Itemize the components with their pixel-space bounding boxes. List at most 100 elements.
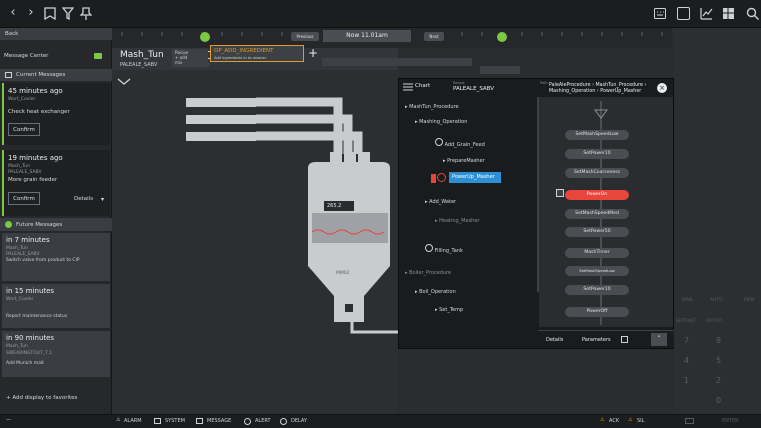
tree-label[interactable]: Add_Water: [429, 199, 456, 205]
step-pill[interactable]: SetMashSpeedLow: [565, 266, 629, 276]
system-label[interactable]: SYSTEM: [165, 418, 185, 424]
step-pill[interactable]: SetMashCoarseness: [565, 168, 629, 178]
tree-label[interactable]: Boiler_Procedure: [409, 270, 451, 276]
event-popup[interactable]: OP_ADD_INGREDIENT Add Ingredients in to …: [210, 45, 304, 62]
operation-chip[interactable]: Recipe + add mix: [172, 49, 208, 67]
keypad-key[interactable]: 5: [716, 356, 721, 365]
window-icon[interactable]: [677, 7, 690, 20]
future-time: in 15 minutes: [6, 287, 55, 295]
tree-label[interactable]: Boil_Operation: [419, 289, 456, 295]
tree-label[interactable]: MashTun_Procedure: [409, 104, 458, 110]
alert-label[interactable]: ALERT: [255, 418, 271, 424]
step-pill[interactable]: SetMashSpeedLow: [565, 130, 629, 140]
now-indicator[interactable]: Now 11.01am: [323, 30, 411, 42]
unit-recipe: PALEALE_SABV: [120, 62, 158, 68]
close-icon[interactable]: ×: [657, 83, 667, 93]
tree-arrow-icon[interactable]: ▸: [405, 270, 408, 276]
bookmark-icon[interactable]: [44, 7, 56, 20]
chart-tab[interactable]: Chart: [415, 83, 430, 89]
step-pill[interactable]: SetPower10: [565, 285, 629, 295]
timeline-marker[interactable]: [200, 32, 210, 42]
sil-button[interactable]: SIL: [637, 418, 644, 424]
future-messages-header[interactable]: Future Messages: [0, 218, 112, 231]
step-pill[interactable]: SetPower50: [565, 227, 629, 237]
path-breadcrumb: PaleAleProcedure › MashTun_Procedure › M…: [549, 83, 647, 94]
back-row[interactable]: Back: [0, 28, 112, 40]
mode-men[interactable]: MEN: [744, 298, 754, 303]
tree-arrow-icon[interactable]: ▸: [415, 289, 418, 295]
tree-arrow-icon[interactable]: ▸: [405, 104, 408, 110]
grid-icon[interactable]: [722, 7, 735, 20]
add-favorite-link[interactable]: + Add display to favorites: [6, 395, 77, 401]
tree-label[interactable]: Add_Grain_Feed: [445, 142, 485, 148]
keypad-key[interactable]: 1: [684, 376, 689, 385]
filter-icon[interactable]: [62, 7, 74, 20]
keyboard-icon[interactable]: [654, 8, 666, 19]
expand-icon[interactable]: [621, 336, 628, 343]
operation-bar[interactable]: [322, 58, 472, 66]
timeline-marker[interactable]: [497, 32, 507, 42]
mode-auto[interactable]: AUTO: [710, 298, 723, 303]
future-source: Mash_Tun: [6, 246, 28, 251]
tree-arrow-icon[interactable]: ▸: [443, 158, 446, 164]
output-label[interactable]: OUTPUT: [706, 318, 722, 323]
chevron-up-icon[interactable]: ˄: [651, 333, 667, 346]
pin-icon[interactable]: [80, 7, 92, 20]
vessel-display: 265.2: [324, 201, 354, 211]
previous-button[interactable]: Previous: [291, 32, 319, 41]
confirm-button[interactable]: Confirm: [8, 192, 40, 205]
pipe-segment: [186, 132, 256, 141]
mode-man[interactable]: MAN: [682, 298, 692, 303]
breakpoint-icon[interactable]: [556, 189, 564, 197]
search-icon[interactable]: [746, 7, 759, 20]
back-arrow-icon[interactable]: ‹: [6, 6, 20, 20]
tree-label[interactable]: Set_Temp: [439, 307, 463, 313]
future-recipe: SWEARINGTOUT_7.1: [6, 351, 53, 356]
refresh-icon[interactable]: [437, 173, 446, 182]
ack-button[interactable]: ACK: [609, 418, 619, 424]
setpoint-label[interactable]: SETPOINT: [676, 318, 696, 323]
tree-arrow-icon[interactable]: ▸: [435, 307, 438, 313]
parameters-tab[interactable]: Parameters: [582, 337, 611, 343]
keypad-key[interactable]: 2: [716, 376, 721, 385]
keypad-key[interactable]: 7: [684, 336, 689, 345]
alarm-label[interactable]: ALARM: [124, 418, 142, 424]
keypad-key[interactable]: 8: [716, 336, 721, 345]
menu-dash-icon[interactable]: —: [6, 417, 11, 423]
future-card-1: in 7 minutes Mash_Tun PALEALE_SABV Switc…: [2, 233, 110, 281]
chart-icon[interactable]: [700, 7, 713, 20]
keypad-key[interactable]: 4: [684, 356, 689, 365]
tree-selected-item[interactable]: PowerUp_Masher: [449, 172, 501, 183]
current-messages-header[interactable]: Current Messages: [0, 69, 112, 81]
step-pill[interactable]: PowerOff: [565, 307, 629, 317]
clock-icon: [5, 221, 12, 228]
step-pill[interactable]: MashTimer: [565, 248, 629, 258]
tree-label[interactable]: PrepareMasher: [447, 158, 485, 164]
message-icon: [5, 72, 12, 78]
tree-arrow-icon[interactable]: ▸: [415, 119, 418, 125]
tree-arrow-icon[interactable]: ▸: [435, 218, 438, 224]
add-icon[interactable]: +: [308, 46, 318, 60]
operation-bar[interactable]: [480, 66, 520, 74]
tree-label[interactable]: Mashing_Operation: [419, 119, 467, 125]
collapse-chevron-icon[interactable]: [117, 78, 131, 86]
tree-label[interactable]: Heating_Masher: [439, 218, 479, 224]
tree-arrow-icon[interactable]: ▸: [425, 199, 428, 205]
step-pill-active[interactable]: PowerOn: [565, 190, 629, 200]
backspace-icon[interactable]: [685, 418, 694, 424]
step-pill[interactable]: SetMashSpeedMed: [565, 209, 629, 219]
confirm-button[interactable]: Confirm: [8, 123, 40, 136]
back-link[interactable]: Back: [5, 31, 18, 37]
forward-arrow-icon[interactable]: ›: [24, 6, 38, 20]
enter-key[interactable]: ENTER: [722, 418, 739, 424]
chevron-down-icon[interactable]: ▾: [101, 196, 104, 203]
delay-label[interactable]: DELAY: [291, 418, 307, 424]
details-tab[interactable]: Details: [546, 337, 563, 343]
delay-icon: [280, 418, 287, 425]
message-label[interactable]: MESSAGE: [207, 418, 231, 424]
keypad-key[interactable]: 0: [716, 396, 721, 405]
tree-label[interactable]: Filling_Tank: [435, 248, 463, 254]
step-pill[interactable]: SetPower10: [565, 149, 629, 159]
details-link[interactable]: Details: [74, 196, 93, 202]
next-button[interactable]: Next: [424, 32, 444, 41]
